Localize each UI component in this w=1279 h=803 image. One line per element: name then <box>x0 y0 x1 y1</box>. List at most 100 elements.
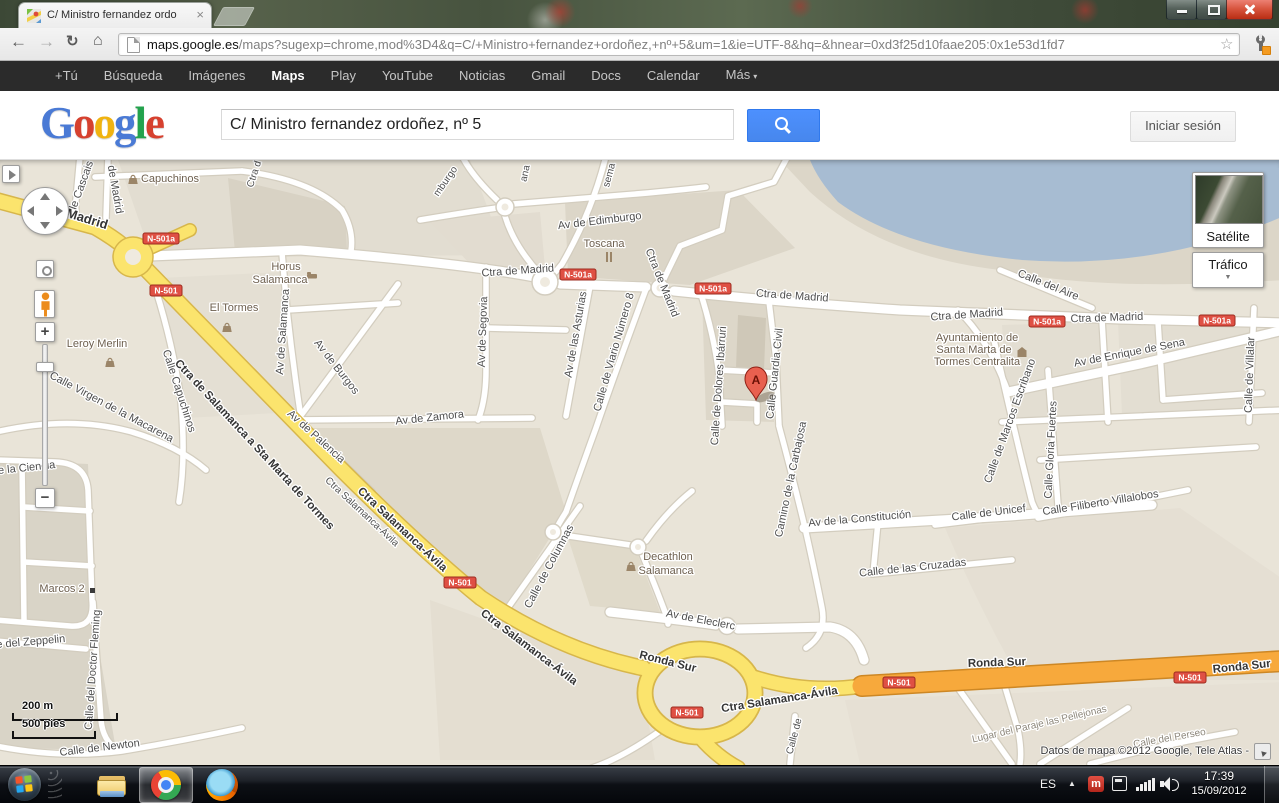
pan-down-icon[interactable] <box>40 222 50 229</box>
zoom-slider-handle[interactable] <box>36 362 54 372</box>
taskbar-clock[interactable]: 17:39 15/09/2012 <box>1180 769 1258 797</box>
zoom-out-button[interactable]: − <box>35 488 55 508</box>
svg-text:Leroy Merlin: Leroy Merlin <box>67 338 128 350</box>
browser-tab[interactable]: C/ Ministro fernandez ordo × <box>18 2 212 29</box>
wrench-menu-icon[interactable] <box>1253 35 1269 53</box>
nav-maps[interactable]: Maps <box>258 61 317 91</box>
svg-text:El Tormes: El Tormes <box>210 302 259 314</box>
close-button[interactable] <box>1226 0 1273 20</box>
svg-text:Santa Marta de: Santa Marta de <box>936 344 1011 356</box>
pan-left-icon[interactable] <box>27 206 34 216</box>
svg-text:Decathlon: Decathlon <box>643 551 693 563</box>
windows-taskbar: ES ▲ m 17:39 15/09/2012 <box>0 765 1279 803</box>
svg-text:Ayuntamiento de: Ayuntamiento de <box>936 332 1018 344</box>
traffic-toggle-button[interactable]: Tráfico ▼ <box>1192 252 1264 288</box>
svg-text:Tormes Centralita: Tormes Centralita <box>934 356 1021 368</box>
nav-plus-tu[interactable]: +Tú <box>42 61 91 91</box>
url-path: /maps?sugexp=chrome,mod%3D4&q=C/+Ministr… <box>239 37 1065 52</box>
svg-text:Salamanca: Salamanca <box>638 565 694 577</box>
maximize-icon <box>1208 5 1220 15</box>
windows-logo-icon <box>15 775 33 793</box>
nav-busqueda[interactable]: Búsqueda <box>91 61 176 91</box>
taskbar-grip <box>48 770 62 800</box>
new-tab-button[interactable] <box>213 7 255 26</box>
svg-text:ana: ana <box>518 164 532 183</box>
svg-text:Capuchinos: Capuchinos <box>141 173 200 185</box>
nav-mas[interactable]: Más▾ <box>713 60 771 92</box>
tray-device-icon[interactable] <box>1112 776 1127 791</box>
svg-text:N-501: N-501 <box>887 678 910 688</box>
show-desktop-button[interactable] <box>1264 766 1279 803</box>
screen: C/ Ministro fernandez ordo × ← → ↻ ⌂ map… <box>0 0 1279 803</box>
report-map-error-icon[interactable] <box>1254 743 1271 760</box>
map-attribution: Datos de mapa ©2012 Google, Tele Atlas - <box>1041 745 1249 757</box>
collapse-panel-button[interactable] <box>2 165 20 183</box>
google-logo: Google <box>40 97 163 149</box>
nav-calendar[interactable]: Calendar <box>634 61 713 91</box>
nav-noticias[interactable]: Noticias <box>446 61 518 91</box>
url-text[interactable]: maps.google.es/maps?sugexp=chrome,mod%3D… <box>147 37 1207 52</box>
scale-imperial: 500 pies <box>12 718 96 739</box>
zoom-in-button[interactable]: + <box>35 322 55 342</box>
pegman-streetview-control[interactable] <box>34 290 55 318</box>
svg-text:N-501: N-501 <box>154 286 177 296</box>
map-canvas[interactable]: ana sema Ctra d mburgo Capuchinos de Cas… <box>0 160 1279 765</box>
svg-text:Toscana: Toscana <box>584 238 626 250</box>
svg-text:N-501: N-501 <box>675 708 698 718</box>
show-hidden-icons-button[interactable]: ▲ <box>1068 779 1076 788</box>
svg-text:Av de Eleclerc: Av de Eleclerc <box>665 607 737 632</box>
svg-text:Av de Segovia: Av de Segovia <box>476 295 490 367</box>
svg-text:A: A <box>752 373 761 387</box>
svg-text:N-501: N-501 <box>448 578 471 588</box>
recenter-button[interactable] <box>36 260 54 278</box>
poi-square-icon <box>90 588 95 593</box>
svg-text:Calle de: Calle de <box>785 717 805 756</box>
minimize-button[interactable] <box>1166 0 1197 20</box>
tray-app-m-icon[interactable]: m <box>1088 776 1104 792</box>
date: 15/09/2012 <box>1180 785 1258 797</box>
start-button[interactable] <box>8 768 41 801</box>
nav-youtube[interactable]: YouTube <box>369 61 446 91</box>
satellite-thumbnail <box>1195 175 1263 224</box>
network-signal-icon[interactable] <box>1136 778 1156 791</box>
nav-docs[interactable]: Docs <box>578 61 634 91</box>
pan-up-icon[interactable] <box>40 193 50 200</box>
svg-text:Ctra de Madrid: Ctra de Madrid <box>1070 311 1143 326</box>
chrome-taskbar-button-active[interactable] <box>139 767 193 803</box>
nav-gmail[interactable]: Gmail <box>518 61 578 91</box>
nav-imagenes[interactable]: Imágenes <box>175 61 258 91</box>
svg-text:N-501a: N-501a <box>564 270 592 280</box>
window-controls <box>1167 0 1273 19</box>
svg-text:Marcos 2: Marcos 2 <box>39 583 84 595</box>
reload-button[interactable]: ↻ <box>66 32 79 50</box>
satellite-toggle-button[interactable]: Satélite <box>1192 172 1264 248</box>
window-titlebar: C/ Ministro fernandez ordo × <box>0 0 1279 28</box>
firefox-taskbar-button[interactable] <box>206 769 238 801</box>
language-indicator[interactable]: ES <box>1040 777 1056 791</box>
svg-text:sema: sema <box>601 162 618 189</box>
time: 17:39 <box>1180 769 1258 783</box>
bookmark-star-icon[interactable]: ☆ <box>1220 35 1233 53</box>
volume-icon[interactable] <box>1160 777 1178 791</box>
search-input[interactable] <box>221 109 734 140</box>
svg-text:Calle de Villalar: Calle de Villalar <box>1243 336 1258 413</box>
back-button[interactable]: ← <box>10 32 27 52</box>
tab-close-icon[interactable]: × <box>196 8 204 22</box>
svg-text:N-501a: N-501a <box>699 284 727 294</box>
sign-in-button[interactable]: Iniciar sesión <box>1130 111 1236 142</box>
maximize-button[interactable] <box>1196 0 1227 20</box>
windows-explorer-button[interactable] <box>96 769 128 801</box>
url-host: maps.google.es <box>147 37 239 52</box>
google-nav-bar: +Tú Búsqueda Imágenes Maps Play YouTube … <box>0 61 1279 91</box>
page-icon <box>127 37 140 53</box>
svg-text:Calle de Viario Número 8: Calle de Viario Número 8 <box>591 292 636 413</box>
home-button[interactable]: ⌂ <box>93 32 103 50</box>
shopping-bag-icon <box>105 358 114 367</box>
update-badge <box>1262 46 1271 55</box>
pan-control[interactable] <box>21 187 69 235</box>
pan-right-icon[interactable] <box>56 206 63 216</box>
search-button[interactable] <box>747 109 820 142</box>
minimize-icon <box>1177 10 1187 13</box>
forward-button[interactable]: → <box>38 32 55 52</box>
nav-play[interactable]: Play <box>318 61 369 91</box>
